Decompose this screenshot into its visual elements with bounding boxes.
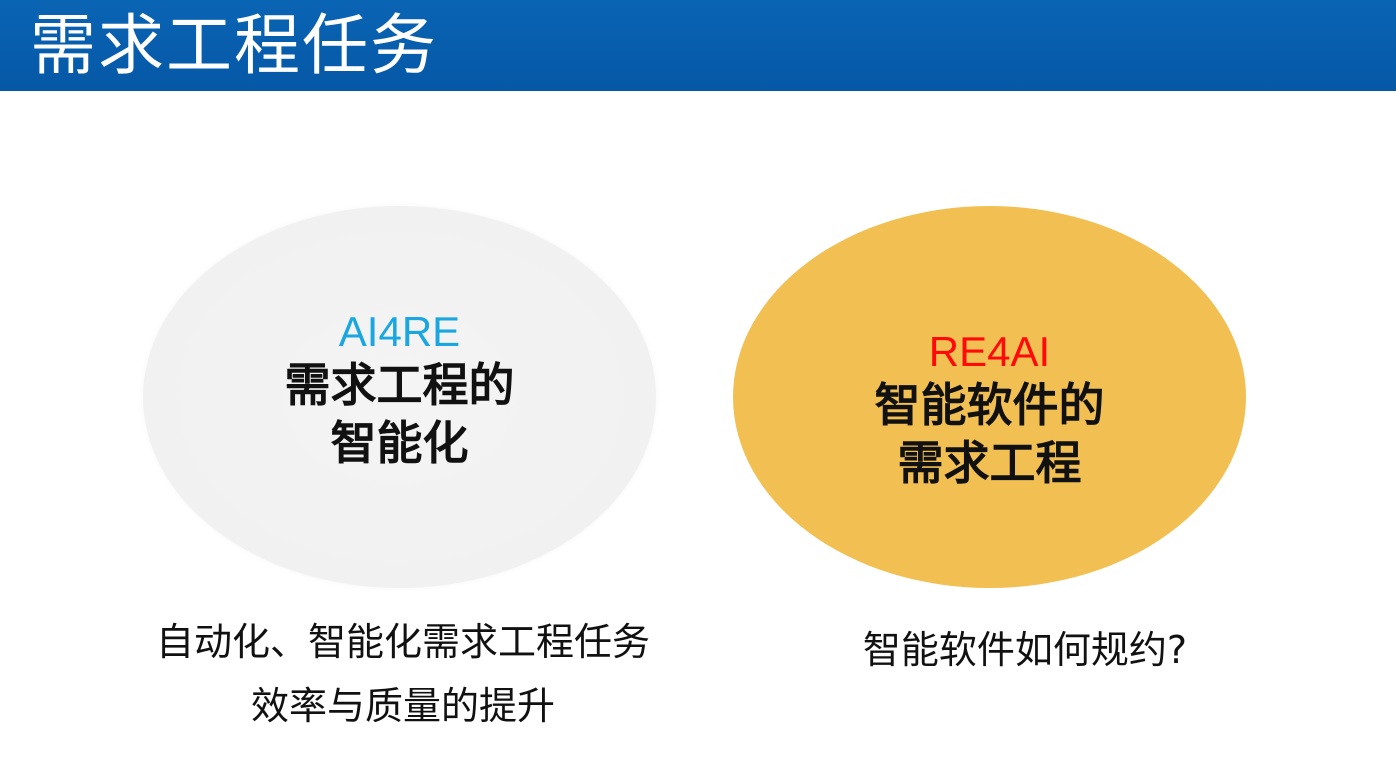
header-bar: 需求工程任务	[0, 0, 1396, 91]
re4ai-content: RE4AI 智能软件的 需求工程	[875, 328, 1105, 492]
ai4re-caption-line-2: 效率与质量的提升	[250, 684, 555, 728]
ai4re-label: AI4RE	[338, 308, 461, 355]
ai4re-main-line-1: 需求工程的	[284, 358, 515, 412]
ai4re-caption: 自动化、智能化需求工程任务 效率与质量的提升	[103, 610, 703, 738]
slide: 需求工程任务 AI4RE 需求工程的 智能化 RE4AI 智能软件的 需求工程 …	[0, 0, 1396, 765]
re4ai-ellipse: RE4AI 智能软件的 需求工程	[733, 206, 1246, 588]
re4ai-main-line-2: 需求工程	[897, 436, 1082, 490]
re4ai-caption: 智能软件如何规约?	[725, 618, 1325, 682]
re4ai-caption-line-1: 智能软件如何规约?	[862, 628, 1188, 672]
re4ai-label: RE4AI	[928, 328, 1051, 375]
re4ai-main-line-1: 智能软件的	[874, 378, 1105, 432]
ai4re-ellipse: AI4RE 需求工程的 智能化	[143, 206, 656, 588]
ai4re-content: AI4RE 需求工程的 智能化	[285, 308, 515, 472]
ai4re-main-line-2: 智能化	[330, 416, 469, 470]
slide-title: 需求工程任务	[30, 7, 438, 84]
ai4re-caption-line-1: 自动化、智能化需求工程任务	[155, 620, 650, 664]
